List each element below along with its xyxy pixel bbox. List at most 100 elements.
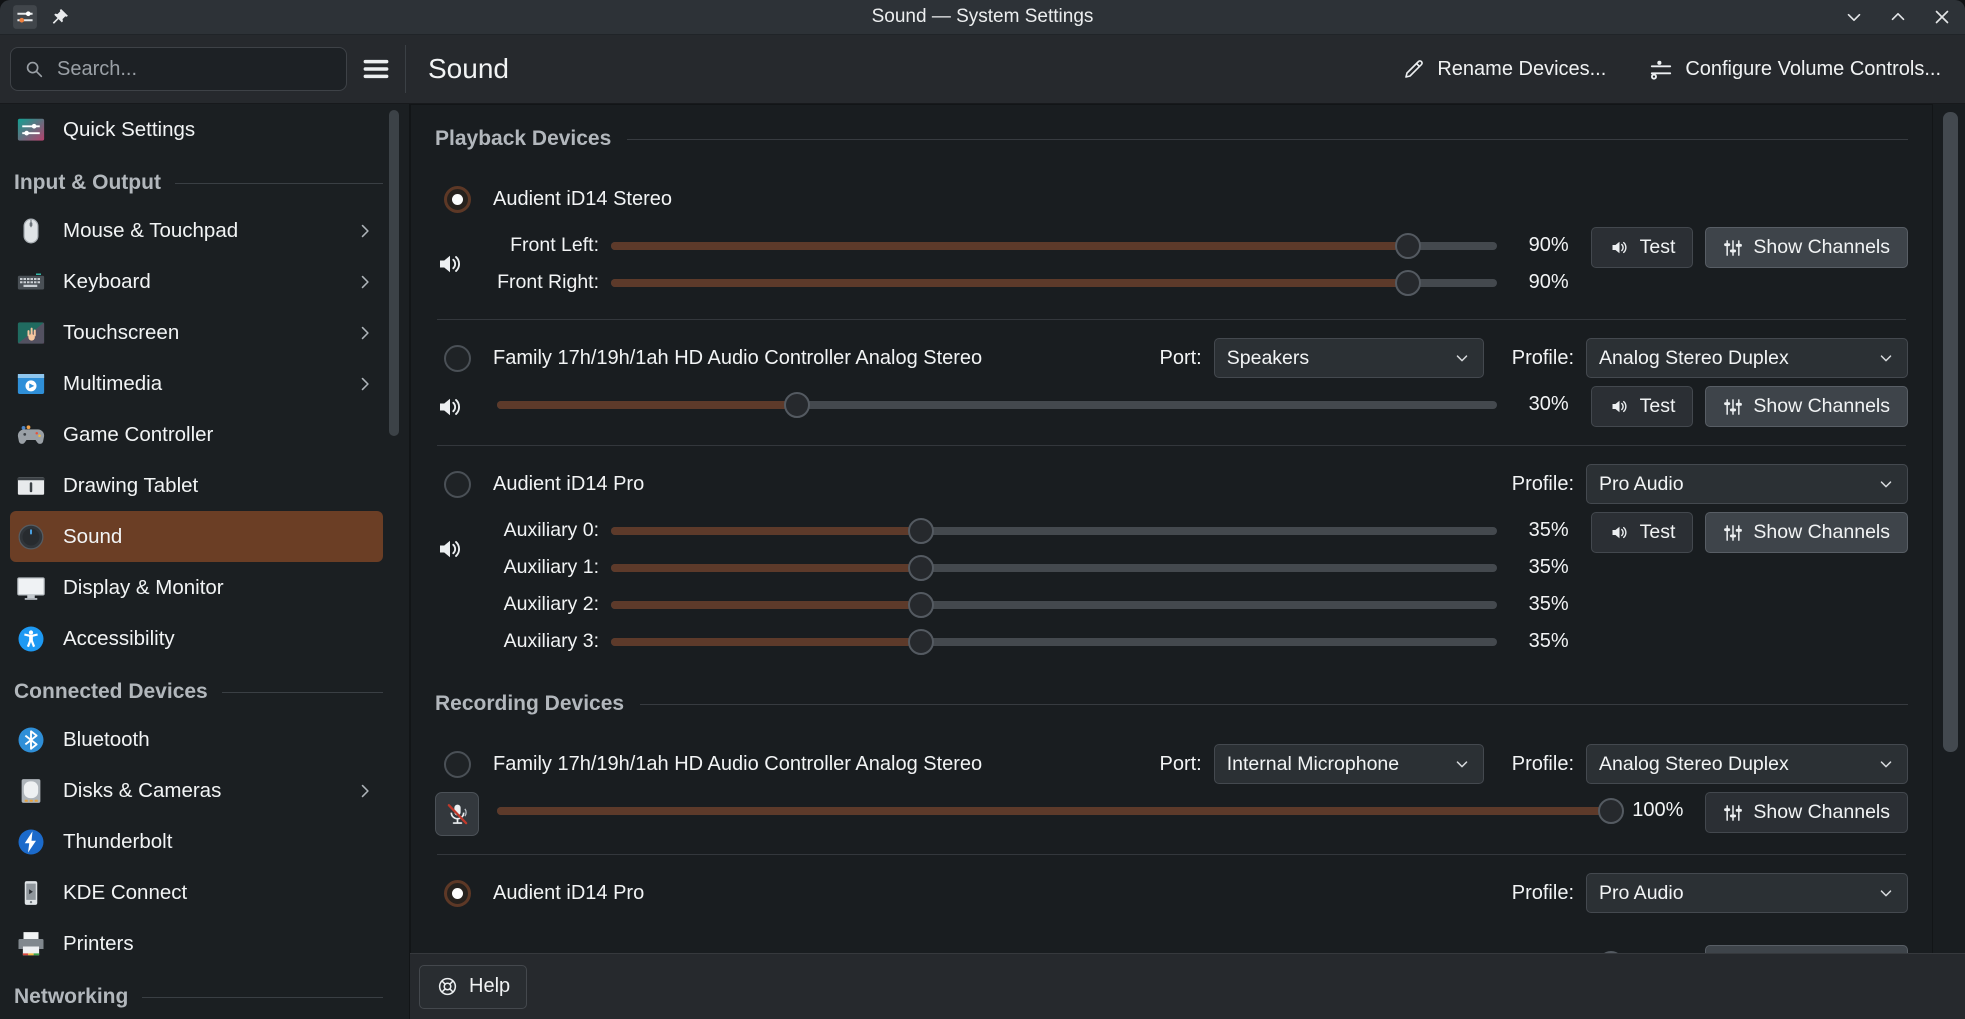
device-buttons: Test Show Channels [1591,512,1908,660]
sidebar-item-label: Touchscreen [63,321,179,345]
show-channels-button-label: Show Channels [1753,236,1890,259]
sidebar-item-drawing-tablet[interactable]: Drawing Tablet [10,460,383,511]
search-field[interactable] [10,47,347,91]
close-button[interactable] [1931,6,1953,28]
show-channels-button[interactable]: Show Channels [1705,512,1908,553]
test-button-label: Test [1640,521,1676,544]
volume-slider[interactable] [611,232,1497,260]
sidebar: Quick SettingsInput & OutputMouse & Touc… [0,104,410,1019]
port-select[interactable]: Internal Microphone [1214,744,1484,784]
search-input[interactable] [55,57,334,82]
sidebar-item-display-monitor[interactable]: Display & Monitor [10,562,383,613]
test-button-label: Test [1640,395,1676,418]
volume-icon-cell [435,386,489,427]
profile-group: Profile:Pro Audio [1512,873,1908,913]
volume-slider[interactable] [611,591,1497,619]
device-volume: 30%TestShow Channels [435,386,1908,427]
profile-select[interactable]: Pro Audio [1586,464,1908,504]
profile-select[interactable]: Pro Audio [1586,873,1908,913]
volume-slider[interactable] [611,269,1497,297]
sidebar-item-printers[interactable]: Printers [10,918,383,969]
sidebar-item-label: Mouse & Touchpad [63,219,238,243]
slider-track [497,807,1611,815]
test-button[interactable]: Test [1591,512,1694,553]
volume-slider[interactable] [497,391,1497,419]
channel-label: Auxiliary 0: [489,519,603,542]
show-channels-button[interactable]: Show Channels [1705,792,1908,833]
app-icon [12,4,38,30]
slider-handle[interactable] [1395,270,1421,296]
sidebar-item-game-controller[interactable]: Game Controller [10,409,383,460]
slider-handle[interactable] [908,518,934,544]
device-radio[interactable] [444,471,471,498]
window-controls [1843,6,1953,28]
select-chevron-icon [1877,349,1895,367]
volume-slider[interactable] [497,797,1611,825]
volume-slider[interactable] [611,517,1497,545]
slider-handle[interactable] [908,555,934,581]
slider-handle[interactable] [1598,798,1624,824]
select-chevron-icon [1877,475,1895,493]
sidebar-list: Quick SettingsInput & OutputMouse & Touc… [0,104,409,1019]
port-select[interactable]: Speakers [1214,338,1484,378]
system-settings-window: Sound — System Settings Sound Rename Dev… [0,0,1965,1019]
sidebar-item-thunderbolt[interactable]: Thunderbolt [10,816,383,867]
divider [437,445,1906,446]
slider-handle[interactable] [1395,233,1421,259]
sidebar-item-kde-connect[interactable]: KDE Connect [10,867,383,918]
menu-icon[interactable] [353,46,399,92]
test-button[interactable]: Test [1591,227,1694,268]
bluetooth-icon [16,725,46,755]
page-title: Sound [428,53,509,85]
sidebar-item-multimedia[interactable]: Multimedia [10,358,383,409]
help-button-label: Help [469,975,510,998]
select-chevron-icon [1877,755,1895,773]
sidebar-item-label: Accessibility [63,627,175,651]
sidebar-item-bluetooth[interactable]: Bluetooth [10,714,383,765]
chevron-up-icon [1887,6,1909,28]
profile-select[interactable]: Analog Stereo Duplex [1586,338,1908,378]
volume-slider[interactable] [611,628,1497,656]
sidebar-scrollbar[interactable] [389,110,399,436]
slider-handle[interactable] [908,629,934,655]
rename-devices-button[interactable]: Rename Devices... [1396,56,1612,82]
pin-icon[interactable] [50,7,70,27]
channels: Front Left:90%Front Right:90% [489,227,1569,301]
slider-handle[interactable] [908,592,934,618]
device-radio[interactable] [444,751,471,778]
sidebar-item-disks-cameras[interactable]: Disks & Cameras [10,765,383,816]
sidebar-item-touchscreen[interactable]: Touchscreen [10,307,383,358]
sidebar-item-keyboard[interactable]: Keyboard [10,256,383,307]
channel-row: Front Right:90% [489,264,1569,301]
chevron-down-icon [1843,6,1865,28]
help-button[interactable]: Help [419,965,527,1009]
maximize-button[interactable] [1887,6,1909,28]
window-title: Sound — System Settings [0,6,1965,28]
device-radio[interactable] [444,186,471,213]
configure-volume-controls-button[interactable]: Configure Volume Controls... [1642,55,1947,83]
content-scrollbar[interactable] [1943,112,1958,752]
sidebar-item-sound[interactable]: Sound [10,511,383,562]
sidebar-item-label: Thunderbolt [63,830,172,854]
sidebar-item-accessibility[interactable]: Accessibility [10,613,383,664]
slider-handle[interactable] [784,392,810,418]
sidebar-item-label: Sound [63,525,122,549]
device-audient-id14-pro: Audient iD14 ProProfile:Pro AudioAuxilia… [435,462,1908,660]
show-channels-button[interactable]: Show Channels [1705,227,1908,268]
mute-button[interactable] [435,792,479,836]
volume-slider[interactable] [611,554,1497,582]
minimize-button[interactable] [1843,6,1865,28]
channel-row: Auxiliary 0:35% [489,512,1569,549]
sidebar-item-mouse-touchpad[interactable]: Mouse & Touchpad [10,205,383,256]
sidebar-item-quick-settings[interactable]: Quick Settings [10,104,383,155]
sound-knob-icon [16,522,46,552]
device-radio[interactable] [444,880,471,907]
profile-label: Profile: [1512,347,1574,370]
device-header: Audient iD14 ProProfile:Pro Audio [435,871,1908,915]
device-family-17h-19h-1ah-hd-audio-controller-analog-stereo: Family 17h/19h/1ah HD Audio Controller A… [435,336,1908,427]
device-radio[interactable] [444,345,471,372]
test-button[interactable]: Test [1591,386,1694,427]
show-channels-button[interactable]: Show Channels [1705,386,1908,427]
port-value: Internal Microphone [1227,753,1445,776]
profile-select[interactable]: Analog Stereo Duplex [1586,744,1908,784]
